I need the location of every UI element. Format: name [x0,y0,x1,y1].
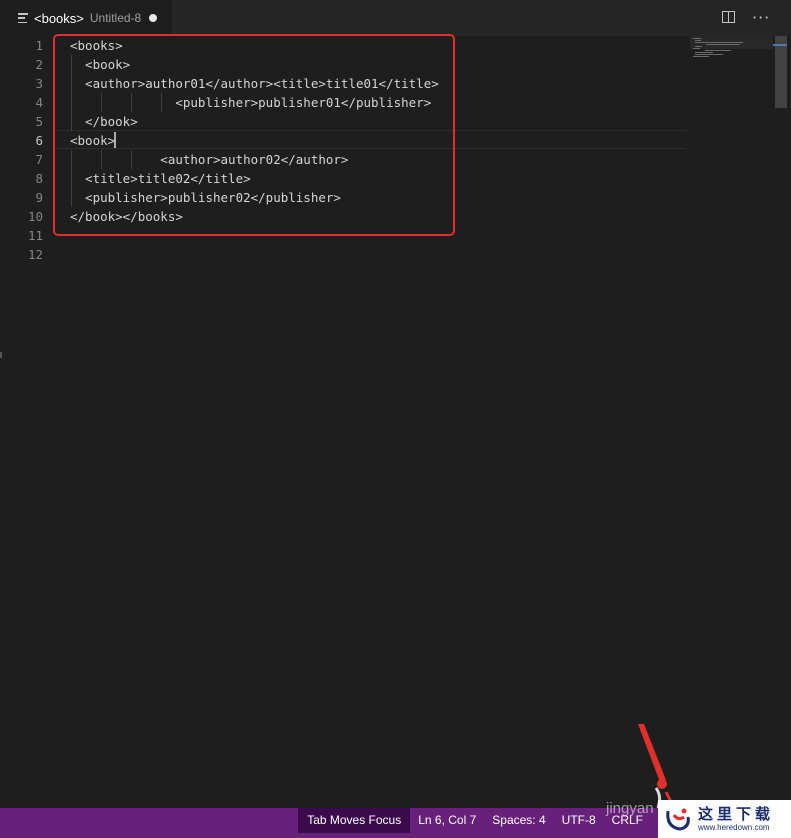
line-number: 3 [35,76,43,91]
line-number: 10 [27,209,43,224]
minimap-line [695,40,701,41]
line-number: 8 [35,171,43,186]
encoding-selector[interactable]: UTF-8 [554,808,604,833]
logo-chinese-text: 这里下载 [698,804,775,823]
minimap-line [695,46,702,47]
tab-moves-focus-indicator[interactable]: Tab Moves Focus [298,808,411,833]
line-number: 7 [35,152,43,167]
line-number: 5 [35,114,43,129]
line-number: 11 [27,228,43,243]
unsaved-dot-icon[interactable] [149,14,158,22]
tab-title: <books> [34,10,84,26]
site-logo-mark-icon [666,808,690,831]
tab-untitled-8[interactable]: <books> Untitled-8 [0,0,172,36]
vertical-scrollbar[interactable] [773,36,787,808]
tab-bar: <books> Untitled-8 ··· [0,0,791,36]
split-editor-icon[interactable] [722,11,735,23]
minimap-line [706,44,740,45]
line-number: 2 [35,57,43,72]
minimap-line [705,50,731,51]
site-logo: 这里下载 www.heredown.com [658,800,791,838]
minimap-line [695,42,743,43]
scrollbar-thumb[interactable] [775,36,787,108]
line-number: 4 [35,95,43,110]
line-number: 12 [27,247,43,262]
more-actions-icon[interactable]: ··· [752,8,770,27]
minimap-line [693,48,700,49]
red-arrow-annotation [638,724,676,809]
line-number: 9 [35,190,43,205]
tab-description: Untitled-8 [89,11,142,25]
logo-url-text: www.heredown.com [698,822,770,832]
minimap[interactable] [690,38,772,58]
line-number-active: 6 [35,133,43,148]
cursor-position[interactable]: Ln 6, Col 7 [410,808,484,833]
scrollbar-cursor-marker [773,44,787,46]
minimap-line [695,54,723,55]
annotation-highlight-box [53,34,455,236]
sash-handle[interactable] [0,352,2,358]
indentation-selector[interactable]: Spaces: 4 [484,808,553,833]
minimap-line [693,56,709,57]
line-number: 1 [35,38,43,53]
minimap-line [695,52,713,53]
file-lines-icon [18,13,28,23]
minimap-line [693,38,701,39]
